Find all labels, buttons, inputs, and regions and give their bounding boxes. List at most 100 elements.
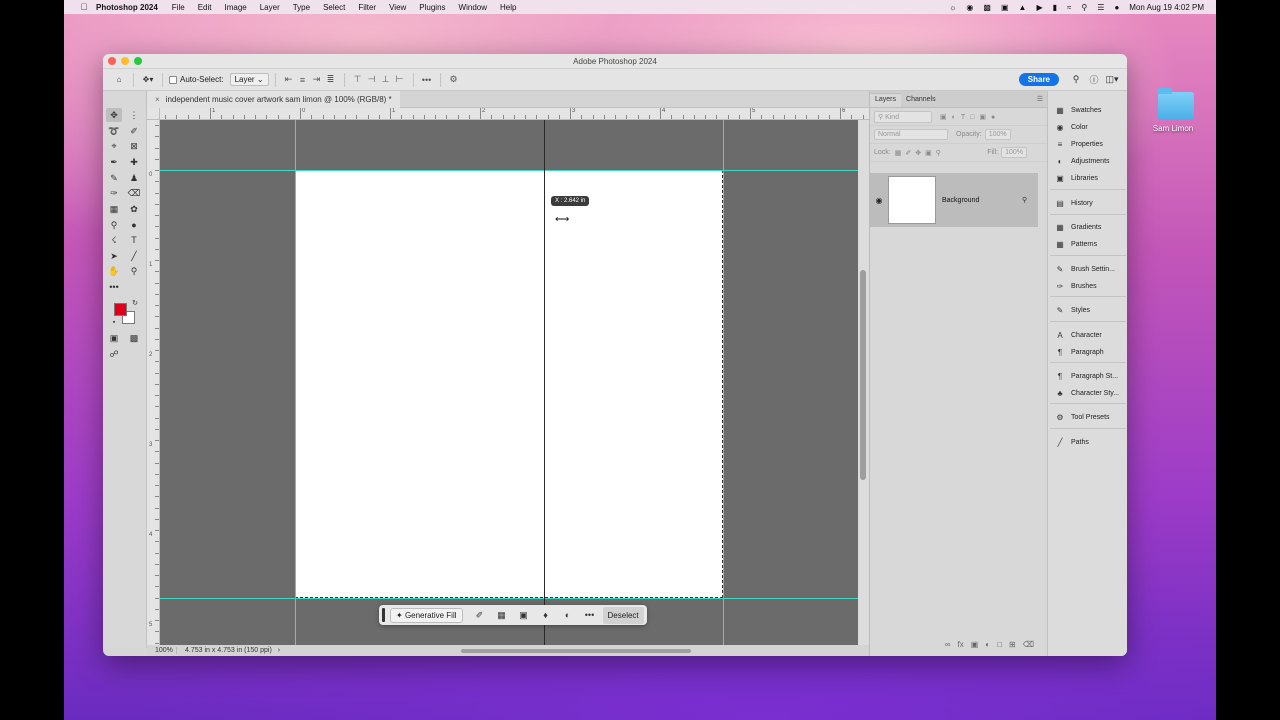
tab-channels[interactable]: Channels: [901, 96, 941, 107]
minimize-window-button[interactable]: [121, 57, 129, 65]
vertical-ruler[interactable]: 0 1 2 3 4 5: [147, 120, 160, 648]
object-selection-tool-icon[interactable]: ✐: [126, 124, 142, 138]
edit-toolbar-icon[interactable]: •••: [106, 280, 122, 294]
dock-paths[interactable]: ╱ Paths: [1054, 435, 1089, 449]
clock[interactable]: Mon Aug 19 4:02 PM: [1129, 3, 1204, 12]
dock-adjustments[interactable]: ◐ Adjustments: [1054, 154, 1110, 168]
vertical-scrollbar[interactable]: [858, 120, 869, 645]
wifi-icon[interactable]: ≈: [1067, 3, 1071, 12]
search-icon[interactable]: ⚲: [1067, 74, 1085, 85]
crop-tool-icon[interactable]: ⌖: [106, 139, 122, 153]
foreground-color-swatch[interactable]: [114, 303, 127, 316]
status-menu-chevron-icon[interactable]: ›: [278, 647, 280, 654]
swap-colors-icon[interactable]: ↻: [127, 296, 143, 310]
panel-menu-icon[interactable]: ☰: [1037, 95, 1043, 103]
zoom-window-button[interactable]: [134, 57, 142, 65]
menu-image[interactable]: Image: [224, 3, 246, 12]
type-tool-icon[interactable]: T: [126, 233, 142, 247]
ruler-origin[interactable]: [147, 108, 160, 120]
dock-paragraph-styles[interactable]: ¶ Paragraph St...: [1054, 369, 1118, 383]
layer-name[interactable]: Background: [942, 197, 1022, 204]
lock-icon[interactable]: ⚲: [1022, 196, 1038, 204]
frame-tool-icon[interactable]: ⊠: [126, 139, 142, 153]
layer-row-background[interactable]: ◉ Background ⚲: [870, 173, 1038, 227]
horizontal-ruler[interactable]: 1 0 1 2 3 4 5 6: [160, 108, 869, 120]
dock-brush-settings[interactable]: ✎ Brush Settin...: [1054, 262, 1115, 276]
dock-history[interactable]: ▤ History: [1054, 196, 1093, 210]
dock-gradients[interactable]: ▦ Gradients: [1054, 220, 1101, 234]
guide-right[interactable]: [723, 120, 724, 645]
blur-tool-icon[interactable]: ✿: [126, 202, 142, 216]
document-canvas[interactable]: [295, 170, 723, 598]
layer-style-icon[interactable]: fx: [958, 640, 964, 654]
menu-select[interactable]: Select: [323, 3, 345, 12]
dock-tool-presets[interactable]: ⚙ Tool Presets: [1054, 410, 1109, 424]
align-center-icon[interactable]: ≡: [296, 75, 310, 85]
blend-mode-dropdown[interactable]: Normal: [874, 129, 948, 140]
canvas-area[interactable]: X : 2.642 in ⟷: [160, 120, 858, 645]
workspace-icon[interactable]: ◫▾: [1103, 74, 1121, 85]
link-layers-icon[interactable]: ∞: [945, 640, 951, 654]
menu-edit[interactable]: Edit: [198, 3, 212, 12]
vertical-scroll-thumb[interactable]: [860, 270, 866, 480]
menu-type[interactable]: Type: [293, 3, 310, 12]
guide-top[interactable]: [160, 170, 858, 171]
zoom-tool-icon[interactable]: ⚲: [126, 264, 142, 278]
dock-patterns[interactable]: ▦ Patterns: [1054, 237, 1097, 251]
search-icon[interactable]: ⚲: [1081, 3, 1087, 12]
add-mask-icon[interactable]: ▣: [971, 640, 979, 654]
document-tab[interactable]: × independent music cover artwork sam li…: [147, 91, 400, 108]
gear-icon[interactable]: ⚙: [447, 74, 461, 85]
drive-icon[interactable]: ▲: [1019, 3, 1027, 12]
align-middle-icon[interactable]: ⊣: [365, 74, 379, 85]
new-layer-icon[interactable]: ⊞: [1009, 640, 1016, 654]
path-selection-tool-icon[interactable]: ➤: [106, 249, 122, 263]
app-menu[interactable]: Photoshop 2024: [96, 3, 158, 12]
history-brush-tool-icon[interactable]: ✑: [106, 186, 122, 200]
healing-brush-tool-icon[interactable]: ✚: [126, 155, 142, 169]
brush-tool-icon[interactable]: ✎: [106, 171, 122, 185]
dock-character[interactable]: A Character: [1054, 328, 1101, 342]
kind-filter-dropdown[interactable]: ⚲ Kind: [874, 110, 932, 123]
dock-character-styles[interactable]: ♣ Character Sty...: [1054, 386, 1119, 400]
siri-icon[interactable]: ●: [1114, 3, 1119, 12]
gradient-tool-icon[interactable]: ▦: [106, 202, 122, 216]
auto-select-target-dropdown[interactable]: Layer ⌄: [229, 73, 269, 86]
home-icon[interactable]: ⌂: [111, 72, 127, 88]
dock-paragraph[interactable]: ¶ Paragraph: [1054, 345, 1104, 359]
menu-file[interactable]: File: [172, 3, 185, 12]
menu-view[interactable]: View: [389, 3, 406, 12]
tab-layers[interactable]: Layers: [870, 93, 902, 107]
align-right-icon[interactable]: ⇥: [310, 74, 324, 85]
dock-properties[interactable]: ≡ Properties: [1054, 137, 1103, 151]
help-icon[interactable]: ⓘ: [1085, 73, 1103, 86]
dodge-tool-icon[interactable]: ⚲: [106, 218, 122, 232]
close-tab-icon[interactable]: ×: [155, 95, 160, 104]
create-mask-icon[interactable]: ▣: [513, 610, 535, 621]
menu-help[interactable]: Help: [500, 3, 516, 12]
delete-layer-icon[interactable]: ⌫: [1023, 640, 1034, 654]
more-options-icon[interactable]: •••: [420, 75, 434, 85]
more-actions-icon[interactable]: •••: [579, 610, 601, 620]
apple-icon[interactable]: : [74, 2, 94, 12]
share-for-review-icon[interactable]: ☍: [106, 347, 122, 361]
lock-options-icons[interactable]: ▦✐✥▣⚲: [895, 149, 945, 157]
distribute-icon[interactable]: ≣: [324, 74, 338, 85]
move-tool-preset-icon[interactable]: ✥▾: [140, 72, 156, 88]
play-icon[interactable]: ▶: [1036, 3, 1042, 12]
deselect-button[interactable]: Deselect: [602, 606, 644, 624]
battery-icon[interactable]: ▮: [1053, 3, 1057, 12]
menu-window[interactable]: Window: [459, 3, 487, 12]
close-window-button[interactable]: [108, 57, 116, 65]
default-colors-icon[interactable]: ▪: [106, 315, 122, 329]
guide-left[interactable]: [295, 120, 296, 645]
dock-color[interactable]: ◉ Color: [1054, 120, 1088, 134]
dock-libraries[interactable]: ▣ Libraries: [1054, 171, 1098, 185]
align-bottom-icon[interactable]: ⊥: [379, 74, 393, 85]
pen-path-tool-icon[interactable]: ☇: [106, 233, 122, 247]
fill-selection-icon[interactable]: ♦: [535, 610, 557, 620]
generative-fill-button[interactable]: ✦ Generative Fill: [390, 607, 463, 623]
dock-brushes[interactable]: ✑ Brushes: [1054, 279, 1097, 293]
clone-stamp-tool-icon[interactable]: ♟: [126, 171, 142, 185]
horizontal-scroll-thumb[interactable]: [461, 649, 691, 653]
